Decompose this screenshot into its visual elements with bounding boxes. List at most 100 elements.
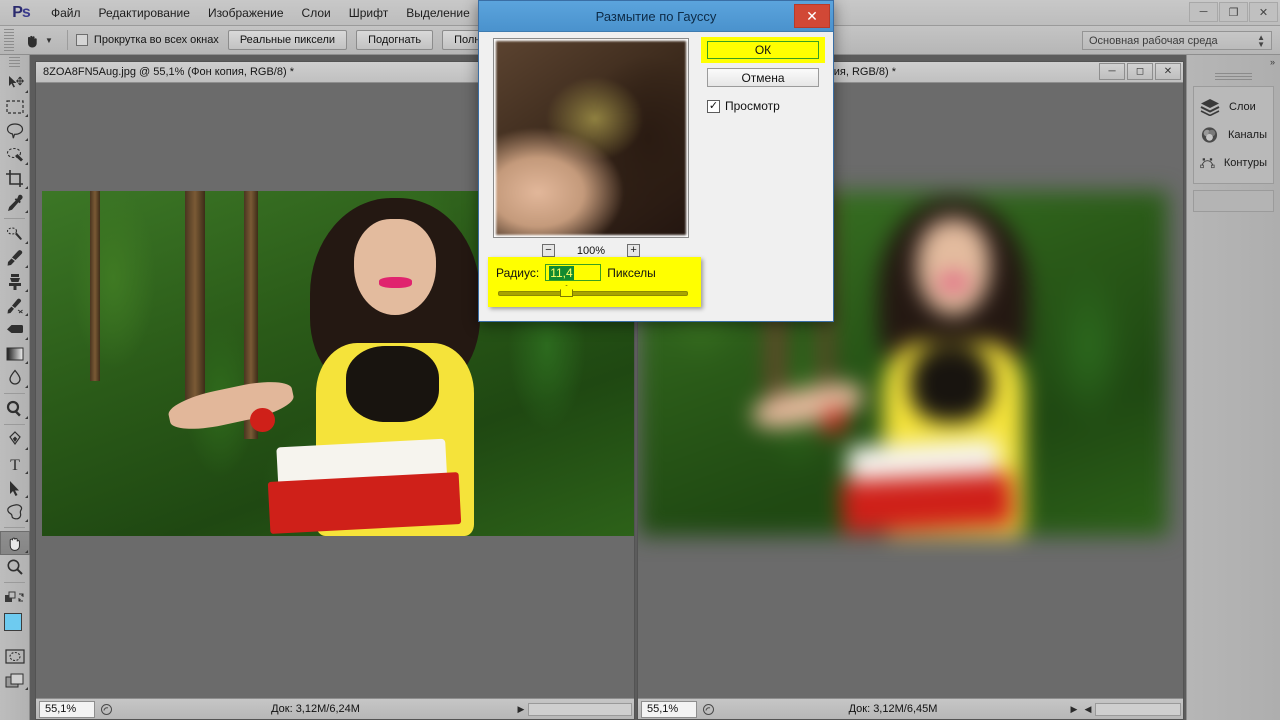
workspace-selector[interactable]: Основная рабочая среда ▲▼	[1082, 31, 1272, 50]
tool-expand-triangle-icon	[25, 416, 28, 419]
document-2-scroll-left-icon[interactable]: ◀	[1081, 704, 1095, 715]
quick-mask-mode-icon[interactable]	[0, 644, 30, 668]
sidebar-item-paths-label: Контуры	[1224, 157, 1267, 169]
ok-button[interactable]: ОК	[707, 41, 819, 59]
options-bar-grip[interactable]	[4, 29, 14, 51]
custom-shape-tool-icon[interactable]	[0, 500, 30, 524]
tool-preset-chevron-down-icon[interactable]: ▼	[45, 36, 53, 45]
crop-tool-icon[interactable]	[0, 167, 30, 191]
restore-icon[interactable]: ◻	[1127, 63, 1153, 80]
menu-item-edit[interactable]: Редактирование	[90, 2, 199, 24]
lips	[939, 277, 968, 287]
dialog-title-bar[interactable]: Размытие по Гауссу ✕	[479, 1, 833, 32]
color-swatches[interactable]	[0, 610, 30, 644]
toolbar-divider	[4, 424, 25, 425]
necklace	[910, 346, 993, 422]
move-tool-icon[interactable]	[0, 71, 30, 95]
quick-mask-swap-icons[interactable]	[0, 586, 30, 610]
close-icon[interactable]: ✕	[1249, 2, 1278, 22]
book-cover	[268, 472, 462, 534]
scroll-all-windows-checkbox[interactable]: Прокрутка во всех окнах	[76, 34, 219, 46]
eyedropper-tool-icon[interactable]	[0, 191, 30, 215]
cancel-button[interactable]: Отмена	[707, 68, 819, 87]
menu-item-file[interactable]: Файл	[42, 2, 90, 24]
document-1-status-icon[interactable]	[95, 703, 117, 716]
blur-preview[interactable]	[493, 38, 689, 238]
workspace-value: Основная рабочая среда	[1089, 35, 1218, 47]
screen-mode-icon[interactable]	[0, 668, 30, 692]
person-figure	[829, 191, 1072, 536]
document-2-status-arrow-icon[interactable]: ▶	[1067, 704, 1081, 715]
tool-expand-triangle-icon	[25, 495, 28, 498]
ok-button-highlight: ОК	[701, 37, 825, 63]
dodge-tool-icon[interactable]	[0, 397, 30, 421]
close-icon[interactable]: ✕	[794, 4, 830, 28]
menu-item-select[interactable]: Выделение	[397, 2, 479, 24]
tool-expand-triangle-icon	[25, 114, 28, 117]
menu-item-image[interactable]: Изображение	[199, 2, 293, 24]
rectangular-marquee-tool-icon[interactable]	[0, 95, 30, 119]
tool-expand-triangle-icon	[25, 337, 28, 340]
tree-trunk	[185, 191, 205, 405]
toolbar-divider	[4, 393, 25, 394]
document-1-zoom-value[interactable]: 55,1%	[39, 701, 95, 718]
scroll-all-windows-label: Прокрутка во всех окнах	[94, 34, 219, 46]
paths-icon	[1200, 154, 1215, 172]
menu-item-layers[interactable]: Слои	[293, 2, 340, 24]
hand-tool-icon[interactable]	[0, 531, 30, 555]
lasso-tool-icon[interactable]	[0, 119, 30, 143]
sidebar-item-layers[interactable]: Слои	[1194, 93, 1273, 121]
minimize-icon[interactable]: ─	[1189, 2, 1218, 22]
tool-expand-triangle-icon	[25, 162, 28, 165]
radius-value: 11,4	[549, 266, 573, 280]
spot-healing-brush-tool-icon[interactable]	[0, 222, 30, 246]
document-2-status-icon[interactable]	[697, 703, 719, 716]
restore-icon[interactable]: ❐	[1219, 2, 1248, 22]
radius-slider-thumb[interactable]	[560, 285, 573, 297]
gradient-tool-icon[interactable]	[0, 342, 30, 366]
actual-pixels-button[interactable]: Реальные пиксели	[228, 30, 347, 50]
dialog-title: Размытие по Гауссу	[596, 9, 717, 24]
face	[354, 219, 436, 316]
panel-grip[interactable]	[1215, 73, 1252, 82]
tool-expand-triangle-icon	[25, 550, 28, 553]
fit-screen-button[interactable]: Подогнать	[356, 30, 433, 50]
close-icon[interactable]: ✕	[1155, 63, 1181, 80]
blur-tool-icon[interactable]	[0, 366, 30, 390]
type-tool-icon[interactable]: T	[0, 452, 30, 476]
preview-checkbox[interactable]: ✓ Просмотр	[707, 99, 780, 113]
panels-dock: » Слои Каналы Контуры	[1186, 55, 1280, 720]
radius-input[interactable]: 11,4	[545, 264, 601, 281]
gaussian-blur-dialog[interactable]: Размытие по Гауссу ✕ − 100% + ОК Отмена …	[478, 0, 834, 322]
path-selection-tool-icon[interactable]	[0, 476, 30, 500]
document-2-zoom-value[interactable]: 55,1%	[641, 701, 697, 718]
zoom-in-button[interactable]: +	[627, 244, 640, 257]
minimize-icon[interactable]: ─	[1099, 63, 1125, 80]
radius-row: Радиус: 11,4 Пикселы	[488, 257, 701, 281]
tools-palette-grip[interactable]	[9, 57, 20, 68]
menu-item-type[interactable]: Шрифт	[340, 2, 397, 24]
tool-expand-triangle-icon	[25, 447, 28, 450]
sidebar-item-paths[interactable]: Контуры	[1194, 149, 1273, 177]
foreground-color-swatch[interactable]	[4, 613, 22, 631]
tool-expand-triangle-icon	[25, 289, 28, 292]
zoom-out-button[interactable]: −	[542, 244, 555, 257]
photoshop-window: Ps Файл Редактирование Изображение Слои …	[0, 0, 1280, 720]
document-2-hscrollbar[interactable]	[1095, 703, 1181, 716]
zoom-tool-icon[interactable]	[0, 555, 30, 579]
eraser-tool-icon[interactable]	[0, 318, 30, 342]
pen-tool-icon[interactable]	[0, 428, 30, 452]
sidebar-item-channels[interactable]: Каналы	[1194, 121, 1273, 149]
panel-group-secondary[interactable]	[1193, 190, 1274, 212]
preview-image	[496, 41, 686, 235]
quick-selection-tool-icon[interactable]	[0, 143, 30, 167]
clone-stamp-tool-icon[interactable]	[0, 270, 30, 294]
history-brush-tool-icon[interactable]	[0, 294, 30, 318]
brush-tool-icon[interactable]	[0, 246, 30, 270]
checkbox-box: ✓	[707, 100, 720, 113]
document-1-hscrollbar[interactable]	[528, 703, 632, 716]
double-chevron-icon[interactable]: »	[1270, 57, 1275, 67]
tool-expand-triangle-icon	[25, 385, 28, 388]
document-1-status-arrow-icon[interactable]: ▶	[514, 704, 528, 715]
radius-slider-track[interactable]	[498, 291, 688, 296]
